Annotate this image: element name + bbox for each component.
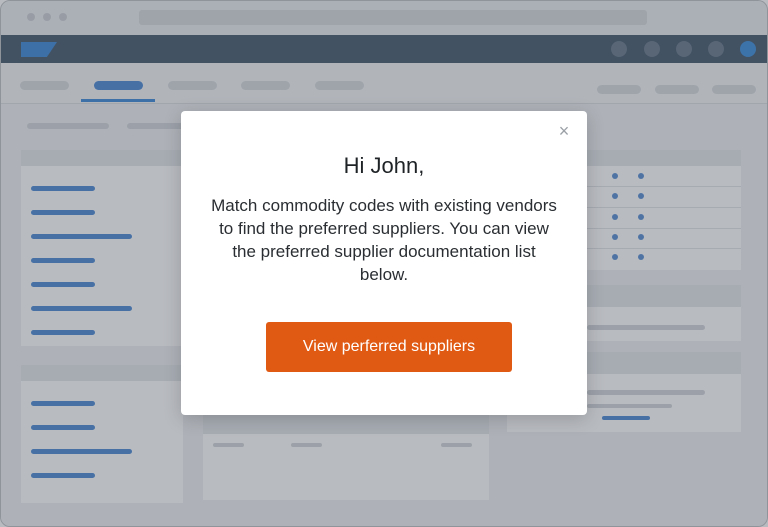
view-preferred-suppliers-button[interactable]: View perferred suppliers [266, 322, 512, 372]
dialog-greeting: Hi John, [343, 153, 425, 178]
close-icon[interactable]: × [556, 122, 572, 140]
welcome-dialog: × Hi John, Match commodity codes with ex… [181, 111, 587, 415]
dialog-message: Match commodity codes with existing vend… [211, 196, 557, 284]
